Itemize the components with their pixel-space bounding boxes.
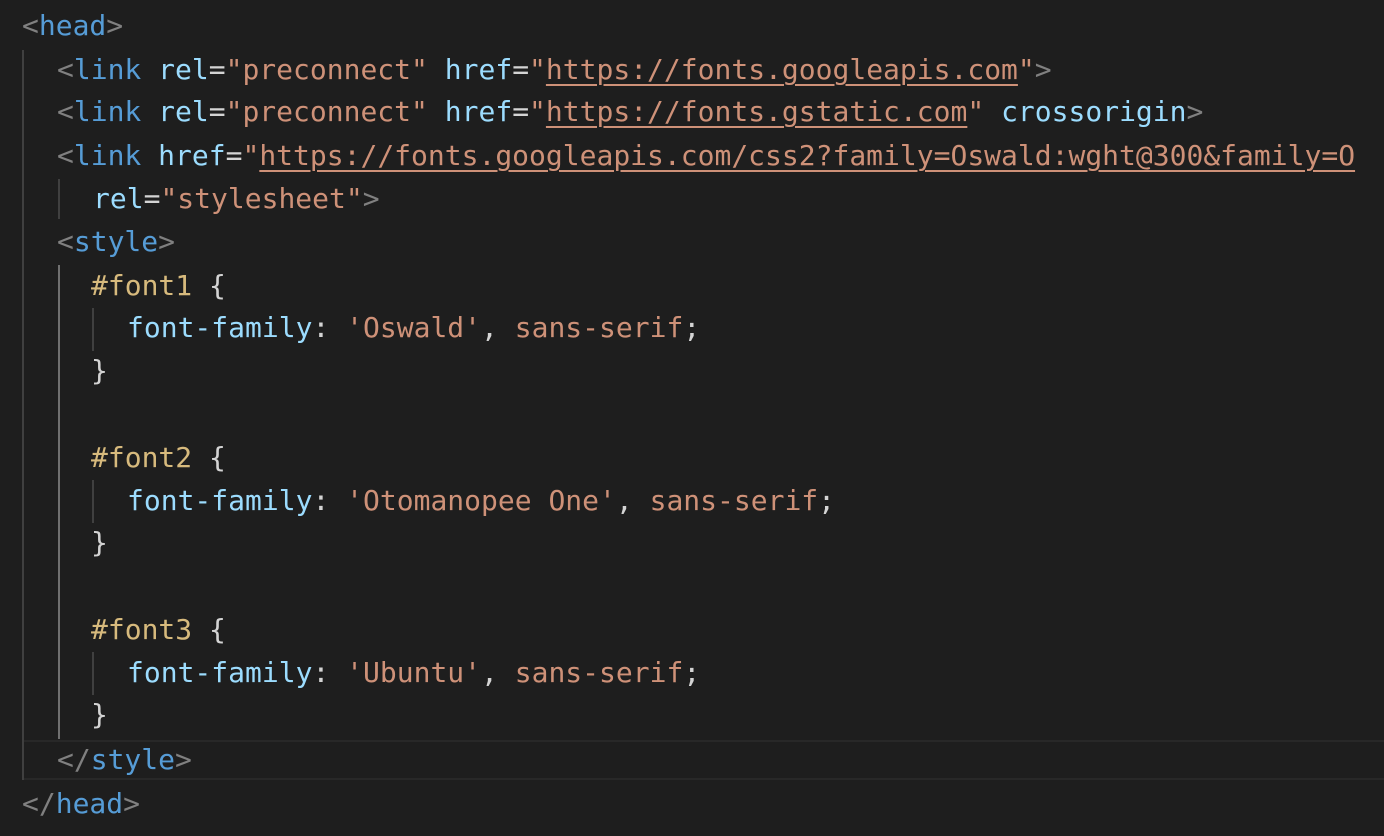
attr-href: href (444, 53, 513, 86)
code-line-19[interactable]: </head> (0, 782, 1384, 825)
css-value: 'Ubuntu' (346, 656, 482, 689)
code-line-15[interactable]: #font3 { (0, 608, 1384, 651)
css-property: font-family (127, 484, 313, 517)
attr-value: "preconnect" (225, 95, 428, 128)
attr-href: href (444, 95, 513, 128)
css-property: font-family (127, 311, 313, 344)
tag-style-open: style (73, 225, 159, 258)
css-property: font-family (127, 656, 313, 689)
code-line-18[interactable]: </style> (0, 738, 1384, 781)
attr-rel: rel (158, 53, 209, 86)
code-line-1[interactable]: <head> (0, 4, 1384, 47)
attr-value: "stylesheet" (160, 182, 363, 215)
tag-link: link (73, 95, 142, 128)
attr-rel: rel (158, 95, 209, 128)
code-line-4[interactable]: <link href="https://fonts.googleapis.com… (0, 134, 1384, 177)
tag-head-close: head (55, 787, 124, 820)
css-value-fallback: sans-serif (514, 311, 684, 344)
css-selector: #font3 (91, 613, 193, 646)
css-value-fallback: sans-serif (649, 484, 819, 517)
attr-value: "preconnect" (225, 53, 428, 86)
tag-style-close: style (90, 743, 176, 776)
code-line-8[interactable]: font-family: 'Oswald', sans-serif; (0, 306, 1384, 349)
css-value: 'Otomanopee One' (346, 484, 616, 517)
attr-rel: rel (93, 182, 144, 215)
code-line-3[interactable]: <link rel="preconnect" href="https://fon… (0, 90, 1384, 133)
url-link[interactable]: https://fonts.googleapis.com (546, 53, 1018, 86)
code-line-16[interactable]: font-family: 'Ubuntu', sans-serif; (0, 651, 1384, 694)
css-value: 'Oswald' (346, 311, 482, 344)
code-line-6[interactable]: <style> (0, 220, 1384, 263)
css-value-fallback: sans-serif (514, 656, 684, 689)
code-line-9[interactable]: } (0, 349, 1384, 392)
attr-href: href (158, 139, 226, 172)
tag-head-open: head (38, 9, 107, 42)
code-editor[interactable]: <head> <link rel="preconnect" href="http… (0, 0, 1384, 836)
attr-crossorigin: crossorigin (1001, 95, 1187, 128)
code-line-5[interactable]: rel="stylesheet"> (0, 177, 1384, 220)
code-line-12[interactable]: font-family: 'Otomanopee One', sans-seri… (0, 479, 1384, 522)
code-line-17[interactable]: } (0, 693, 1384, 736)
css-selector: #font1 (91, 269, 193, 302)
url-link[interactable]: https://fonts.gstatic.com (546, 95, 967, 128)
code-line-2[interactable]: <link rel="preconnect" href="https://fon… (0, 48, 1384, 91)
code-line-7[interactable]: #font1 { (0, 264, 1384, 307)
css-selector: #font2 (91, 441, 193, 474)
code-line-11[interactable]: #font2 { (0, 436, 1384, 479)
url-link[interactable]: https://fonts.googleapis.com/css2?family… (259, 139, 1355, 172)
code-line-13[interactable]: } (0, 521, 1384, 564)
tag-link: link (73, 139, 142, 172)
tag-link: link (73, 53, 142, 86)
